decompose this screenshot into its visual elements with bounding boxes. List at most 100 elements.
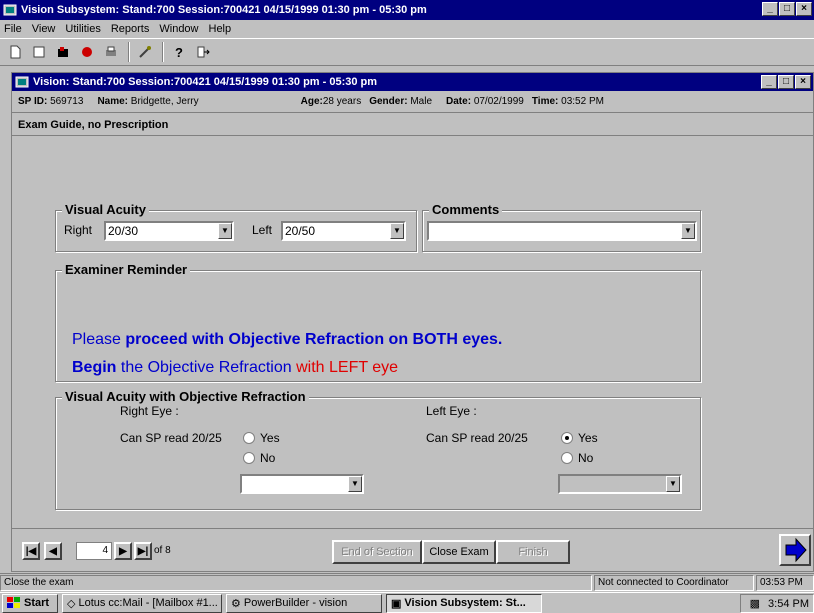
start-button[interactable]: Start [2, 593, 58, 613]
child-window: Vision: Stand:700 Session:700421 04/15/1… [11, 72, 814, 572]
arrow-right-icon [785, 537, 807, 563]
menu-bar: File View Utilities Reports Window Help [0, 20, 814, 38]
left-question: Can SP read 20/25 [426, 431, 528, 445]
print-icon[interactable] [100, 41, 122, 63]
close-button[interactable]: × [796, 2, 812, 16]
chevron-down-icon[interactable]: ▼ [390, 223, 404, 239]
new-icon[interactable] [4, 41, 26, 63]
reminder-proceed: proceed with Objective Refraction on BOT… [125, 331, 503, 348]
end-of-section-button[interactable]: End of Section [332, 540, 422, 564]
left-no-radio[interactable]: No [561, 451, 593, 465]
tools-icon[interactable] [134, 41, 156, 63]
taskbar: Start ◇ Lotus cc:Mail - [Mailbox #1... ⚙… [0, 592, 814, 613]
status-message: Close the exam [0, 574, 592, 591]
minimize-button[interactable]: _ [762, 2, 778, 16]
mail-icon: ◇ [67, 597, 76, 610]
visual-acuity-group: Visual Acuity Right 20/30 ▼ Left 20/50 ▼ [55, 202, 417, 252]
svg-text:?: ? [175, 45, 183, 59]
task-powerbuilder-label: PowerBuilder - vision [243, 597, 348, 609]
right-eye-label: Right Eye : [120, 404, 179, 418]
child-titlebar: Vision: Stand:700 Session:700421 04/15/1… [12, 73, 813, 91]
visual-acuity-label: Visual Acuity [62, 202, 149, 217]
help-icon[interactable]: ? [168, 41, 190, 63]
menu-window[interactable]: Window [159, 23, 198, 35]
left-eye-select[interactable]: ▼ [558, 474, 682, 494]
child-title: Vision: Stand:700 Session:700421 04/15/1… [33, 76, 378, 88]
right-yes-label: Yes [260, 431, 280, 445]
toolbar: ? [0, 38, 814, 66]
menu-help[interactable]: Help [209, 23, 232, 35]
task-powerbuilder[interactable]: ⚙ PowerBuilder - vision [226, 593, 382, 613]
finish-button[interactable]: Finish [496, 540, 570, 564]
left-eye-label: Left Eye : [426, 404, 477, 418]
menu-reports[interactable]: Reports [111, 23, 150, 35]
task-lotus-mail[interactable]: ◇ Lotus cc:Mail - [Mailbox #1... [62, 593, 222, 613]
comments-group: Comments ▼ [422, 202, 701, 252]
age-value: 28 years [322, 96, 362, 107]
task-vision-subsystem[interactable]: ▣ Vision Subsystem: St... [386, 593, 542, 613]
chevron-down-icon[interactable]: ▼ [666, 476, 680, 492]
reminder-line-1: Please proceed with Objective Refraction… [72, 331, 502, 349]
time-value: 03:52 PM [561, 96, 604, 107]
section-title: Exam Guide, no Prescription [12, 114, 813, 136]
time-label: Time: [531, 96, 559, 107]
reminder-objective: the Objective Refraction [120, 359, 297, 376]
page-number-field[interactable]: 4 [76, 542, 112, 560]
child-maximize-button[interactable]: □ [778, 75, 794, 89]
powerbuilder-icon: ⚙ [231, 597, 241, 610]
next-arrow-button[interactable] [779, 534, 811, 566]
right-eye-select[interactable]: ▼ [240, 474, 364, 494]
va-objective-label: Visual Acuity with Objective Refraction [62, 389, 309, 404]
task-vision-label: Vision Subsystem: St... [404, 597, 526, 609]
name-value: Bridgette, Jerry [130, 96, 199, 107]
taskbar-clock: 3:54 PM [768, 597, 809, 610]
menu-view[interactable]: View [32, 23, 56, 35]
right-no-label: No [260, 451, 276, 465]
right-no-radio[interactable]: No [243, 451, 275, 465]
left-yes-radio[interactable]: Yes [561, 431, 598, 445]
navigation-bar: |◀ ◀ 4 ▶ ▶| of 8 End of Section Close Ex… [12, 528, 813, 572]
left-no-label: No [578, 451, 594, 465]
previous-page-icon[interactable]: ◀ [44, 542, 62, 560]
radio-selected-icon [561, 432, 573, 444]
left-yes-label: Yes [578, 431, 598, 445]
last-page-icon[interactable]: ▶| [134, 542, 152, 560]
toolbar-separator [128, 42, 130, 62]
right-yes-radio[interactable]: Yes [243, 431, 280, 445]
name-label: Name: [97, 96, 129, 107]
child-minimize-button[interactable]: _ [761, 75, 777, 89]
child-app-icon [15, 75, 29, 89]
reminder-please: Please [72, 331, 126, 348]
app-title: Vision Subsystem: Stand:700 Session:7004… [21, 4, 427, 16]
task-lotus-mail-label: Lotus cc:Mail - [Mailbox #1... [78, 597, 218, 609]
close-exam-button[interactable]: Close Exam [422, 540, 496, 564]
menu-utilities[interactable]: Utilities [65, 23, 100, 35]
status-bar: Close the exam Not connected to Coordina… [0, 573, 814, 591]
toolbar-separator [162, 42, 164, 62]
exit-icon[interactable] [192, 41, 214, 63]
chevron-down-icon[interactable]: ▼ [218, 223, 232, 239]
stop-icon[interactable] [76, 41, 98, 63]
connection-status: Not connected to Coordinator [594, 574, 754, 591]
right-question: Can SP read 20/25 [120, 431, 222, 445]
date-value: 07/02/1999 [473, 96, 524, 107]
left-acuity-select[interactable]: 20/50 ▼ [281, 221, 406, 241]
age-label: Age: [300, 96, 323, 107]
save-icon[interactable] [52, 41, 74, 63]
child-close-button[interactable]: × [795, 75, 811, 89]
system-tray: ▩ 3:54 PM [740, 594, 814, 613]
radio-icon [561, 452, 573, 464]
status-time: 03:53 PM [756, 574, 814, 591]
chevron-down-icon[interactable]: ▼ [348, 476, 362, 492]
menu-file[interactable]: File [4, 23, 22, 35]
first-page-icon[interactable]: |◀ [22, 542, 40, 560]
right-acuity-select[interactable]: 20/30 ▼ [104, 221, 234, 241]
comments-select[interactable]: ▼ [427, 221, 697, 241]
tray-monitor-icon[interactable]: ▩ [750, 597, 760, 610]
maximize-button[interactable]: □ [779, 2, 795, 16]
open-icon[interactable] [28, 41, 50, 63]
app-titlebar: Vision Subsystem: Stand:700 Session:7004… [0, 0, 814, 20]
reminder-begin: Begin [72, 359, 121, 376]
next-page-icon[interactable]: ▶ [114, 542, 132, 560]
chevron-down-icon[interactable]: ▼ [681, 223, 695, 239]
